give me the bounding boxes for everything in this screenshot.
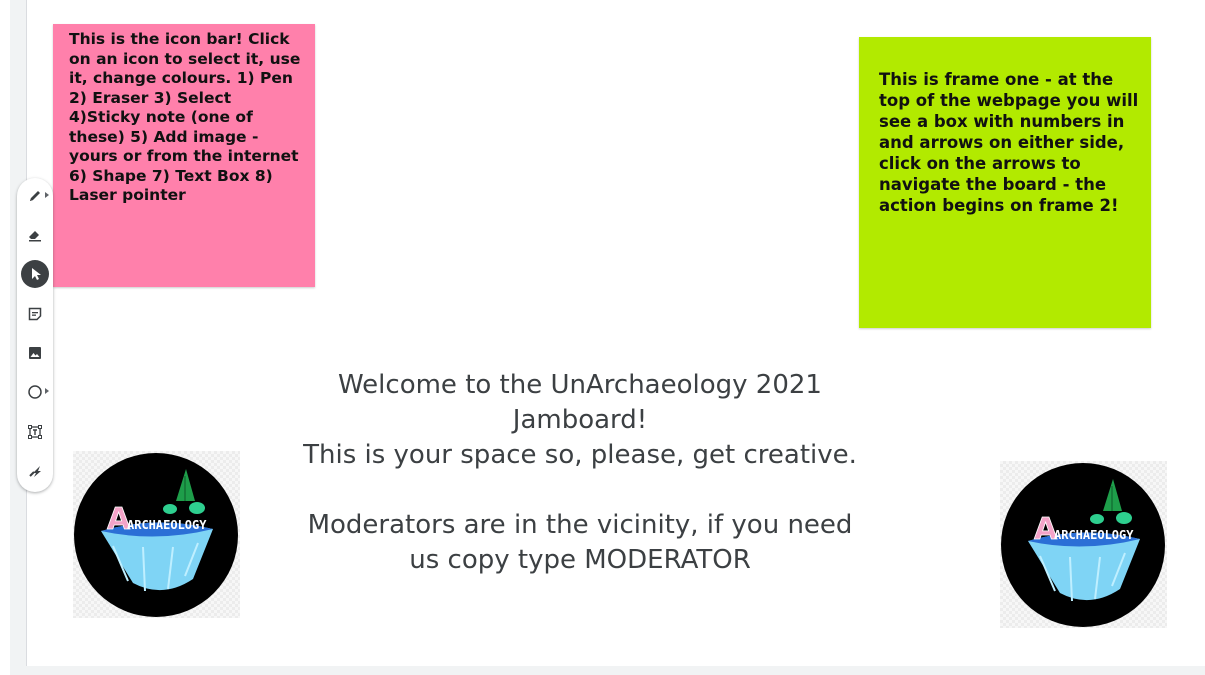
text-box-tool-button[interactable] <box>21 418 49 446</box>
sticky-note-frame-one-help[interactable]: This is frame one - at the top of the we… <box>859 37 1151 328</box>
welcome-text-box[interactable]: Welcome to the UnArchaeology 2021 Jamboa… <box>290 368 870 578</box>
welcome-line-4: Moderators are in the vicinity, if you n… <box>307 510 853 540</box>
text-box-icon <box>27 424 43 440</box>
tool-bar <box>17 178 53 492</box>
image-icon <box>27 345 43 361</box>
sticky-note-icon <box>27 306 43 322</box>
welcome-line-5: us copy type MODERATOR <box>409 545 751 575</box>
welcome-line-2: Jamboard! <box>512 405 648 435</box>
eraser-tool-button[interactable] <box>21 221 49 249</box>
logo-text: ARCHAEOLOGY <box>127 518 207 532</box>
laser-pointer-tool-button[interactable] <box>21 457 49 485</box>
chevron-right-icon <box>45 388 49 394</box>
circle-shape-icon <box>27 384 43 400</box>
pen-tool-button[interactable] <box>21 182 49 210</box>
left-margin <box>0 0 10 675</box>
unarchaeology-logo-image[interactable]: A ARCHAEOLOGY <box>1000 461 1167 628</box>
add-image-tool-button[interactable] <box>21 339 49 367</box>
sticky-note-tool-button[interactable] <box>21 300 49 328</box>
logo-text: ARCHAEOLOGY <box>1054 528 1134 542</box>
select-tool-button[interactable] <box>21 260 49 288</box>
eraser-icon <box>27 227 43 243</box>
laser-pointer-icon <box>27 463 43 479</box>
select-cursor-icon <box>27 266 43 282</box>
welcome-line-3: This is your space so, please, get creat… <box>303 440 857 470</box>
welcome-line-1: Welcome to the UnArchaeology 2021 <box>338 370 822 400</box>
chevron-right-icon <box>45 192 49 198</box>
shape-tool-button[interactable] <box>21 378 49 406</box>
unarchaeology-logo-image[interactable]: A ARCHAEOLOGY <box>73 451 240 618</box>
unarchaeology-logo-icon: A ARCHAEOLOGY <box>74 453 238 617</box>
unarchaeology-logo-icon: A ARCHAEOLOGY <box>1001 463 1165 627</box>
pen-icon <box>27 188 43 204</box>
sticky-note-icon-bar-help[interactable]: This is the icon bar! Click on an icon t… <box>53 24 315 287</box>
